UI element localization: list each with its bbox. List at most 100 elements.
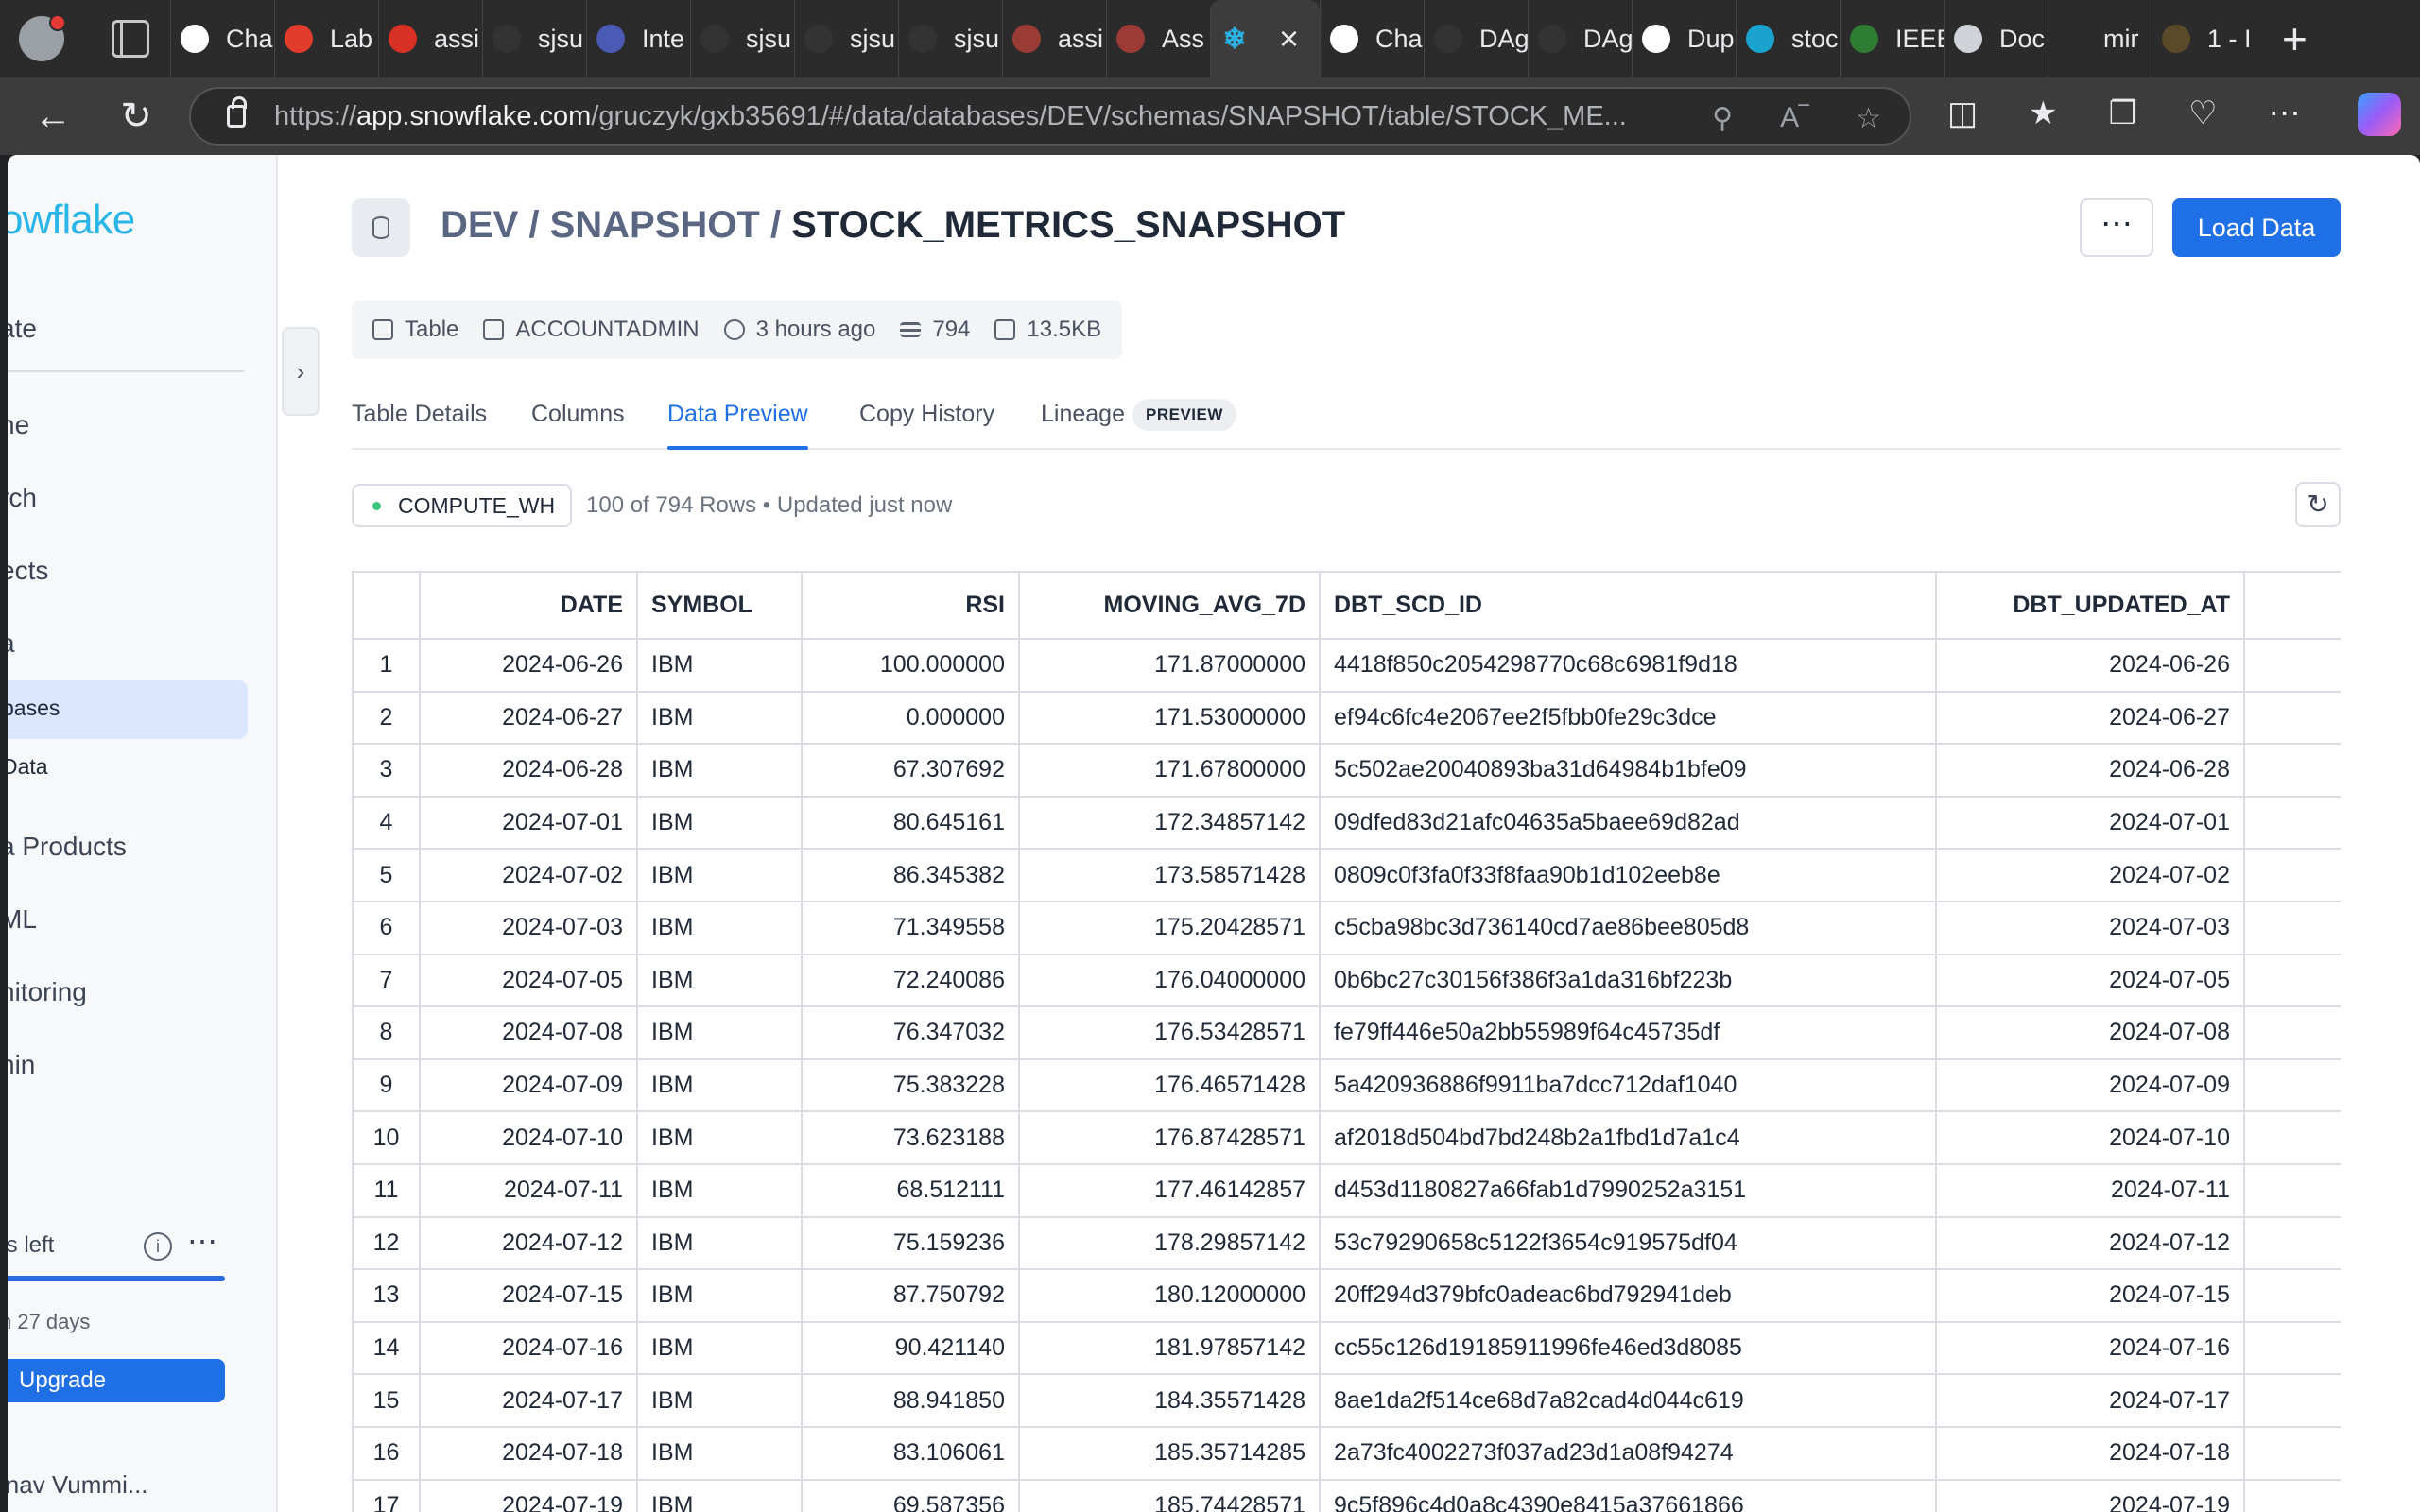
table-cell[interactable]: 2024-07-09 xyxy=(420,1058,638,1113)
tab-columns[interactable]: Columns xyxy=(531,401,625,428)
column-header[interactable]: DI xyxy=(2244,573,2341,640)
table-cell[interactable]: 2024-07-02 xyxy=(420,849,638,902)
table-cell[interactable]: 72.240086 xyxy=(802,954,1020,1008)
table-cell[interactable]: c5cba98bc3d736140cd7ae86bee805d8 xyxy=(1320,901,1937,955)
table-row[interactable]: 8 2024-07-08 IBM 76.347032 176.53428571 fe79f… xyxy=(354,1006,2341,1060)
table-cell[interactable]: ef94c6fc4e2067ee2f5fbb0fe29c3dce xyxy=(1320,691,1937,746)
table-cell[interactable]: 76.347032 xyxy=(802,1006,1020,1060)
browser-tab[interactable]: DAg xyxy=(1424,0,1528,77)
table-cell[interactable]: 5a420936886f9911ba7dcc712daf1040 xyxy=(1320,1058,1937,1113)
close-tab-icon[interactable]: × xyxy=(1279,19,1299,59)
table-cell[interactable] xyxy=(2244,639,2341,693)
table-cell[interactable]: 2024-06-27 xyxy=(1936,691,2245,746)
table-cell[interactable]: 171.87000000 xyxy=(1019,639,1321,693)
settings-more-icon[interactable]: ⋯ xyxy=(2269,94,2301,132)
table-cell[interactable]: 2024-07-01 xyxy=(1936,796,2245,850)
table-cell[interactable]: 20ff294d379bfc0adeac6bd792941deb xyxy=(1320,1269,1937,1323)
browser-tab[interactable]: Doc xyxy=(1944,0,2048,77)
table-cell[interactable]: 180.12000000 xyxy=(1019,1269,1321,1323)
table-cell[interactable]: 2024-07-17 xyxy=(420,1374,638,1428)
table-cell[interactable]: IBM xyxy=(637,1321,803,1376)
favorite-star-icon[interactable]: ☆ xyxy=(1856,102,1881,135)
browser-tab[interactable]: IEEE xyxy=(1840,0,1944,77)
row-number[interactable]: 8 xyxy=(354,1006,421,1060)
browser-tab[interactable]: Cha xyxy=(170,0,274,77)
table-cell[interactable]: 175.20428571 xyxy=(1019,901,1321,955)
table-cell[interactable] xyxy=(2244,1058,2341,1113)
table-cell[interactable]: IBM xyxy=(637,1479,803,1512)
column-header[interactable]: DATE xyxy=(420,573,638,640)
table-cell[interactable]: 8ae1da2f514ce68d7a82cad4d044c619 xyxy=(1320,1374,1937,1428)
more-options-icon[interactable]: ⋯ xyxy=(187,1223,217,1259)
table-cell[interactable]: fe79ff446e50a2bb55989f64c45735df xyxy=(1320,1006,1937,1060)
info-icon[interactable]: i xyxy=(144,1232,172,1261)
table-cell[interactable] xyxy=(2244,796,2341,850)
table-cell[interactable]: 09dfed83d21afc04635a5baee69d82ad xyxy=(1320,796,1937,850)
table-cell[interactable] xyxy=(2244,1111,2341,1165)
table-cell[interactable]: 2024-07-16 xyxy=(1936,1321,2245,1376)
table-cell[interactable]: IBM xyxy=(637,639,803,693)
table-cell[interactable]: 2024-07-19 xyxy=(420,1479,638,1512)
browser-tab[interactable]: Lab xyxy=(274,0,378,77)
upgrade-button[interactable]: Upgrade xyxy=(8,1359,225,1402)
table-cell[interactable]: IBM xyxy=(637,849,803,902)
row-number[interactable]: 9 xyxy=(354,1058,421,1113)
user-menu[interactable]: inav Vummi... xyxy=(8,1470,148,1500)
table-row[interactable]: 15 2024-07-17 IBM 88.941850 184.35571428 8ae1… xyxy=(354,1374,2341,1428)
table-cell[interactable]: IBM xyxy=(637,1058,803,1113)
address-bar[interactable]: https://app.snowflake.com/gruczyk/gxb356… xyxy=(189,87,1911,146)
browser-tab[interactable]: Dup xyxy=(1632,0,1736,77)
table-cell[interactable]: 2024-07-11 xyxy=(1936,1163,2245,1218)
reload-icon[interactable]: ↻ xyxy=(95,94,178,138)
row-number[interactable]: 16 xyxy=(354,1426,421,1481)
table-row[interactable]: 7 2024-07-05 IBM 72.240086 176.04000000 0b6bc… xyxy=(354,954,2341,1008)
table-row[interactable]: 11 2024-07-11 IBM 68.512111 177.46142857 d453… xyxy=(354,1163,2341,1218)
table-cell[interactable]: 176.87428571 xyxy=(1019,1111,1321,1165)
table-row[interactable]: 13 2024-07-15 IBM 87.750792 180.12000000 20ff… xyxy=(354,1269,2341,1323)
browser-tab[interactable]: sjsu xyxy=(690,0,794,77)
table-cell[interactable]: 2024-07-03 xyxy=(1936,901,2245,955)
table-row[interactable]: 1 2024-06-26 IBM 100.000000 171.87000000 4418… xyxy=(354,639,2341,693)
table-cell[interactable]: 5c502ae20040893ba31d64984b1bfe09 xyxy=(1320,744,1937,798)
table-cell[interactable]: IBM xyxy=(637,796,803,850)
warehouse-selector[interactable]: COMPUTE_WH xyxy=(352,484,573,527)
table-cell[interactable]: 75.383228 xyxy=(802,1058,1020,1113)
row-number[interactable]: 3 xyxy=(354,744,421,798)
sidebar-item-search[interactable]: rch xyxy=(8,483,37,513)
table-cell[interactable]: 184.35571428 xyxy=(1019,1374,1321,1428)
table-row[interactable]: 17 2024-07-19 IBM 69.587356 185.74428571 9c5f… xyxy=(354,1479,2341,1512)
table-cell[interactable]: 2024-07-05 xyxy=(1936,954,2245,1008)
browser-tab[interactable]: ❄ × xyxy=(1210,0,1320,77)
table-row[interactable]: 2 2024-06-27 IBM 0.000000 171.53000000 ef94c6… xyxy=(354,691,2341,746)
row-number[interactable]: 4 xyxy=(354,796,421,850)
table-cell[interactable]: 185.35714285 xyxy=(1019,1426,1321,1481)
table-cell[interactable]: 178.29857142 xyxy=(1019,1216,1321,1271)
row-number[interactable]: 13 xyxy=(354,1269,421,1323)
table-cell[interactable] xyxy=(2244,1269,2341,1323)
breadcrumb-path[interactable]: DEV / SNAPSHOT / xyxy=(441,204,791,246)
table-cell[interactable]: IBM xyxy=(637,1111,803,1165)
table-cell[interactable] xyxy=(2244,691,2341,746)
table-cell[interactable] xyxy=(2244,1374,2341,1428)
table-cell[interactable]: 100.000000 xyxy=(802,639,1020,693)
sidebar-item-data-products[interactable]: a Products xyxy=(8,832,127,862)
table-cell[interactable]: 2024-07-05 xyxy=(420,954,638,1008)
table-cell[interactable]: af2018d504bd7bd248b2a1fbd1d7a1c4 xyxy=(1320,1111,1937,1165)
sidebar-item-admin[interactable]: nin xyxy=(8,1050,35,1080)
table-cell[interactable]: 171.53000000 xyxy=(1019,691,1321,746)
expand-sidebar-chevron-icon[interactable]: › xyxy=(282,327,320,416)
table-cell[interactable]: 2024-07-02 xyxy=(1936,849,2245,902)
split-screen-icon[interactable]: ◫ xyxy=(1947,94,1978,132)
table-cell[interactable]: 177.46142857 xyxy=(1019,1163,1321,1218)
table-cell[interactable]: IBM xyxy=(637,1426,803,1481)
sidebar-item-ai-ml[interactable]: ML xyxy=(8,904,37,935)
table-cell[interactable]: 0b6bc27c30156f386f3a1da316bf223b xyxy=(1320,954,1937,1008)
table-cell[interactable]: 86.345382 xyxy=(802,849,1020,902)
browser-tab[interactable]: Cha xyxy=(1320,0,1424,77)
table-cell[interactable]: 2024-07-09 xyxy=(1936,1058,2245,1113)
table-cell[interactable]: 176.53428571 xyxy=(1019,1006,1321,1060)
favorites-icon[interactable]: ★ xyxy=(2029,94,2057,132)
sidebar-item-data[interactable]: a xyxy=(8,628,15,659)
table-cell[interactable]: 185.74428571 xyxy=(1019,1479,1321,1512)
copilot-icon[interactable] xyxy=(2358,93,2401,136)
